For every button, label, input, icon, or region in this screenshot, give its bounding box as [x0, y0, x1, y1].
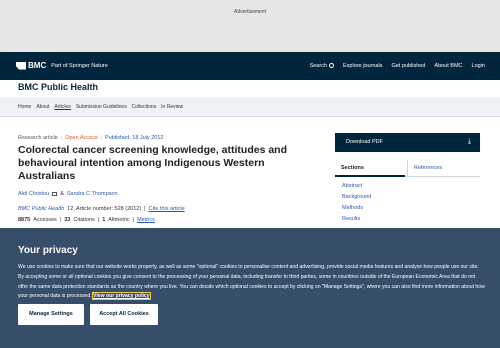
- citations-label: Citations: [73, 217, 95, 223]
- section-link-background[interactable]: Background: [342, 192, 371, 203]
- section-link-abstract[interactable]: Abstract: [342, 181, 371, 192]
- download-pdf-label: Download PDF: [346, 139, 383, 145]
- author-separator: &: [60, 191, 64, 197]
- privacy-title: Your privacy: [18, 245, 78, 256]
- journal-nav-about[interactable]: About: [36, 104, 49, 110]
- altmetric-count: 1: [102, 217, 106, 223]
- journal-nav-submission-guidelines[interactable]: Submission Guidelines: [76, 104, 127, 110]
- privacy-policy-link[interactable]: View our privacy policy: [92, 292, 151, 301]
- bmc-logo[interactable]: BMC Part of Springer Nature: [16, 61, 108, 70]
- journal-nav-in-review[interactable]: In Review: [161, 104, 183, 110]
- top-nav: Search Explore journals Get published Ab…: [310, 63, 485, 69]
- author-link[interactable]: Aldi Christou: [18, 191, 49, 197]
- nav-about-bmc[interactable]: About BMC: [434, 63, 462, 69]
- sidebar-tabs: Sections References: [335, 160, 480, 177]
- journal-nav-collections[interactable]: Collections: [132, 104, 156, 110]
- article-meta: Research article | Open Access | Publish…: [18, 135, 164, 141]
- citation-line: BMC Public Health 12, Article number: 52…: [18, 206, 185, 212]
- journal-nav: Home About Articles Submission Guideline…: [0, 97, 500, 117]
- bmc-logo-icon: [16, 61, 26, 70]
- nav-login[interactable]: Login: [472, 63, 485, 69]
- section-link-results[interactable]: Results: [342, 214, 371, 225]
- metrics-line: 8875 Accesses | 33 Citations | 1 Altmetr…: [18, 217, 155, 223]
- article-title: Colorectal cancer screening knowledge, a…: [18, 144, 287, 182]
- section-link-methods[interactable]: Methods: [342, 203, 371, 214]
- privacy-body: We use cookies to make sure that our web…: [18, 264, 485, 300]
- accesses-label: Accesses: [33, 217, 57, 223]
- nav-explore-journals[interactable]: Explore journals: [343, 63, 382, 69]
- search-icon: [329, 63, 335, 68]
- published-date: Published: 18 July 2012: [105, 135, 164, 141]
- journal-nav-articles[interactable]: Articles: [54, 104, 70, 110]
- metrics-link[interactable]: Metrics: [137, 217, 155, 223]
- advertisement-banner: Advertisement: [0, 0, 500, 52]
- accesses-count: 8875: [18, 217, 31, 223]
- author-list: Aldi Christou & Sandra C Thompson: [18, 191, 118, 197]
- altmetric-label: Altmetric: [108, 217, 130, 223]
- brand-tagline: Part of Springer Nature: [51, 62, 108, 69]
- nav-get-published[interactable]: Get published: [391, 63, 425, 69]
- download-pdf-button[interactable]: Download PDF ⤓: [335, 133, 480, 152]
- brand-name: BMC: [28, 61, 47, 70]
- cookie-consent-banner: Your privacy We use cookies to make sure…: [0, 228, 500, 348]
- section-links: Abstract Background Methods Results: [342, 181, 371, 225]
- open-access-badge: Open Access: [65, 135, 98, 141]
- advertisement-label: Advertisement: [234, 9, 266, 15]
- download-icon: ⤓: [467, 138, 471, 145]
- journal-link[interactable]: BMC Public Health: [18, 206, 64, 212]
- cite-this-article-link[interactable]: Cite this article: [149, 206, 185, 212]
- tab-references[interactable]: References: [407, 160, 480, 177]
- article-type: Research article: [18, 135, 58, 141]
- journal-nav-home[interactable]: Home: [18, 104, 31, 110]
- mail-icon[interactable]: [52, 192, 58, 196]
- citation-details: 12, Article number: 528 (2012): [67, 206, 142, 212]
- author-link[interactable]: Sandra C Thompson: [67, 191, 118, 197]
- manage-settings-button[interactable]: Manage Settings: [18, 304, 84, 325]
- citations-count: 33: [64, 217, 71, 223]
- site-header: BMC Part of Springer Nature Search Explo…: [0, 52, 500, 80]
- journal-title[interactable]: BMC Public Health: [18, 82, 98, 92]
- privacy-text: We use cookies to make sure that our web…: [18, 263, 486, 302]
- accept-all-cookies-button[interactable]: Accept All Cookies: [90, 304, 158, 325]
- nav-search[interactable]: Search: [310, 63, 335, 69]
- tab-sections[interactable]: Sections: [335, 160, 405, 177]
